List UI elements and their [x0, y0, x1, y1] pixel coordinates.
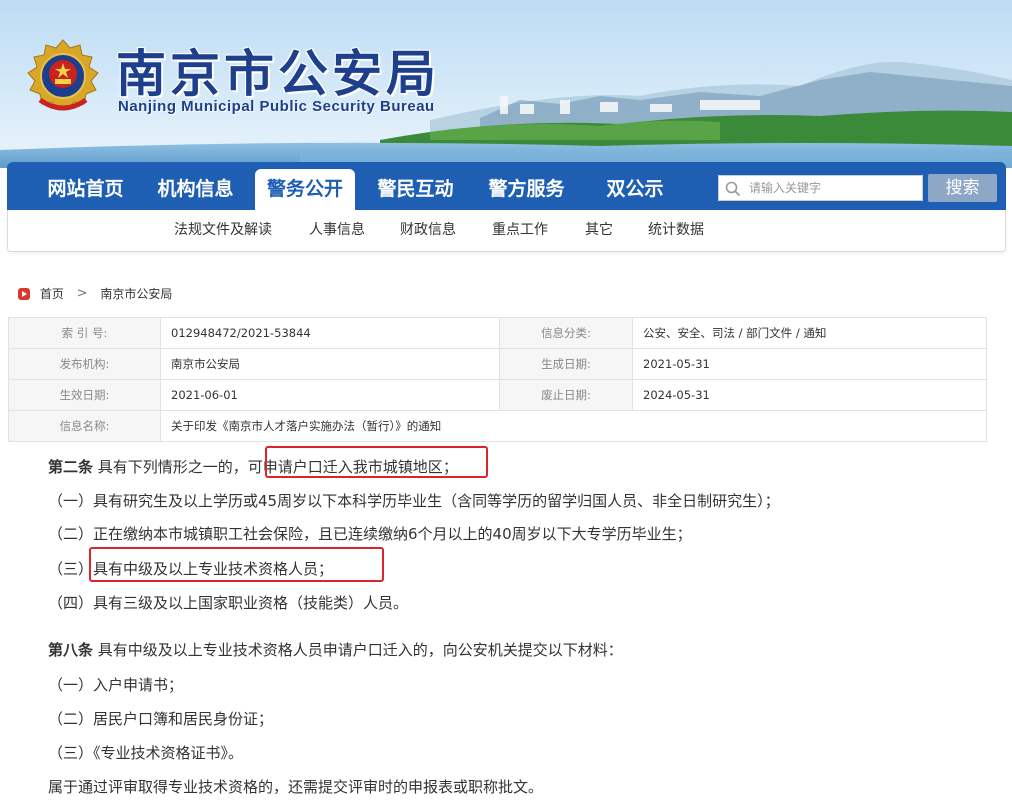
category-value: 公安、安全、司法 / 部门文件 / 通知: [632, 317, 987, 349]
breadcrumb-separator: >: [76, 286, 88, 301]
category-label: 信息分类:: [499, 317, 633, 349]
article8-item-1: （一）入户申请书；: [48, 676, 184, 694]
article2-highlighted-text: 可申请户口迁入我市城镇地区: [247, 458, 443, 476]
article2-intro: 第二条 具有下列情形之一的，可申请户口迁入我市城镇地区；: [48, 456, 458, 477]
article2-text-end: ；: [442, 458, 458, 476]
table-row: 发布机构: 南京市公安局 生成日期: 2021-05-31: [8, 348, 987, 380]
article8-intro: 第八条 具有中级及以上专业技术资格人员申请户口迁入的，向公安机关提交以下材料：: [48, 639, 623, 660]
search-input[interactable]: [749, 176, 919, 200]
effective-date-label: 生效日期:: [8, 379, 161, 411]
breadcrumb-home-link[interactable]: 首页: [40, 285, 64, 302]
document-info-table: 索 引 号: 012948472/2021-53844 信息分类: 公安、安全、…: [8, 317, 987, 442]
article2-item-3: （三）具有中级及以上专业技术资格人员；: [48, 558, 333, 579]
article2-item-1: （一）具有研究生及以上学历或45周岁以下本科学历毕业生（含同等学历的留学归国人员…: [48, 492, 780, 510]
publisher-label: 发布机构:: [8, 348, 161, 380]
article8-text: 具有中级及以上专业技术资格人员申请户口迁入的，向公安机关提交以下材料：: [93, 641, 623, 659]
article2-heading: 第二条: [48, 458, 94, 476]
table-row: 生效日期: 2021-06-01 废止日期: 2024-05-31: [8, 379, 987, 411]
nav-police-public-interaction[interactable]: 警民互动: [367, 169, 464, 210]
table-row: 索 引 号: 012948472/2021-53844 信息分类: 公安、安全、…: [8, 317, 987, 349]
index-number-value: 012948472/2021-53844: [160, 317, 500, 349]
nav-double-publicity[interactable]: 双公示: [590, 169, 680, 210]
article8-item-2: （二）居民户口簿和居民身份证；: [48, 710, 274, 728]
subnav-statistics[interactable]: 统计数据: [648, 210, 704, 250]
created-date-label: 生成日期:: [499, 348, 633, 380]
article2-item-3-highlighted: 具有中级及以上专业技术资格人员；: [93, 560, 334, 578]
effective-date-value: 2021-06-01: [160, 379, 500, 411]
sub-nav: 法规文件及解读 人事信息 财政信息 重点工作 其它 统计数据: [7, 210, 1006, 252]
search-button[interactable]: 搜索: [928, 174, 997, 202]
article2-item-4: （四）具有三级及以上国家职业资格（技能类）人员。: [48, 594, 409, 612]
expiry-date-label: 废止日期:: [499, 379, 633, 411]
article2-item-3-prefix: （三）: [48, 560, 94, 578]
subnav-other[interactable]: 其它: [585, 210, 613, 250]
nav-police-services[interactable]: 警方服务: [478, 169, 575, 210]
nav-home[interactable]: 网站首页: [37, 169, 134, 210]
main-nav: 网站首页 机构信息 警务公开 警民互动 警方服务 双公示 搜索: [7, 162, 1006, 210]
breadcrumb: 首页 > 南京市公安局: [18, 285, 172, 302]
publisher-value: 南京市公安局: [160, 348, 500, 380]
search-icon: [725, 181, 741, 197]
subnav-regulations[interactable]: 法规文件及解读: [174, 210, 272, 250]
subnav-financial-info[interactable]: 财政信息: [400, 210, 456, 250]
article8-note: 属于通过评审取得专业技术资格的，还需提交评审时的申报表或职称批文。: [48, 778, 544, 796]
expiry-date-value: 2024-05-31: [632, 379, 987, 411]
nav-organization-info[interactable]: 机构信息: [147, 169, 244, 210]
site-subtitle: Nanjing Municipal Public Security Bureau: [118, 98, 435, 115]
index-number-label: 索 引 号:: [8, 317, 161, 349]
breadcrumb-current[interactable]: 南京市公安局: [100, 285, 172, 302]
article8-heading: 第八条: [48, 641, 94, 659]
article2-item-2: （二）正在缴纳本市城镇职工社会保险，且已连续缴纳6个月以上的40周岁以下大专学历…: [48, 525, 692, 543]
subnav-key-work[interactable]: 重点工作: [492, 210, 548, 250]
search-box: [718, 175, 923, 201]
article-content: 第二条 具有下列情形之一的，可申请户口迁入我市城镇地区； （一）具有研究生及以上…: [0, 441, 1012, 802]
article8-item-3: （三）《专业技术资格证书》。: [48, 744, 244, 762]
created-date-value: 2021-05-31: [632, 348, 987, 380]
info-name-value: 关于印发《南京市人才落户实施办法（暂行）》的通知: [160, 410, 987, 442]
police-emblem-icon: [27, 39, 99, 111]
article2-text: 具有下列情形之一的，: [93, 458, 248, 476]
site-title: 南京市公安局: [116, 44, 440, 103]
nav-police-affairs-disclosure[interactable]: 警务公开: [255, 169, 355, 210]
home-icon: [18, 287, 30, 300]
table-row: 信息名称: 关于印发《南京市人才落户实施办法（暂行）》的通知: [8, 410, 987, 442]
info-name-label: 信息名称:: [8, 410, 161, 442]
subnav-personnel-info[interactable]: 人事信息: [309, 210, 365, 250]
header-banner: 南京市公安局 Nanjing Municipal Public Security…: [0, 0, 1012, 168]
